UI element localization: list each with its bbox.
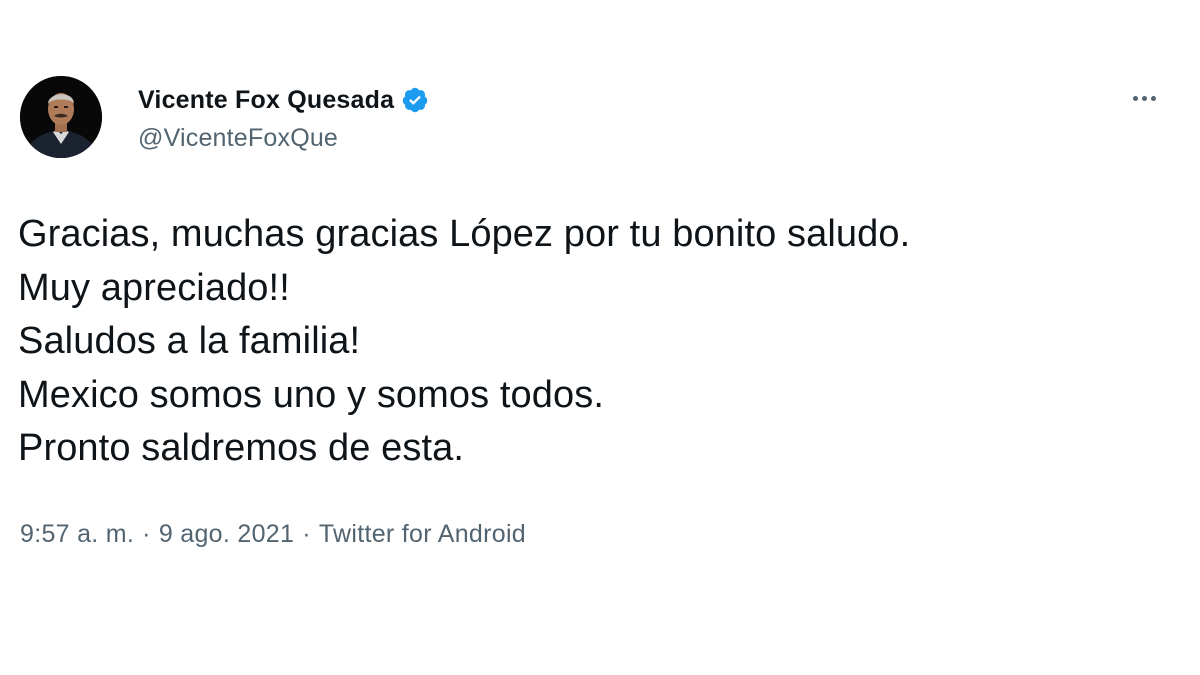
verified-badge-icon xyxy=(401,86,429,114)
tweet-card: Vicente Fox Quesada @VicenteFoxQue Graci… xyxy=(0,0,1200,675)
tweet-text: Gracias, muchas gracias López por tu bon… xyxy=(18,208,910,476)
tweet-line: Saludos a la familia! xyxy=(18,320,361,362)
more-dot xyxy=(1141,95,1147,101)
tweet-meta: 9:57 a. m. · 9 ago. 2021 · Twitter for A… xyxy=(20,520,526,549)
author-display-name[interactable]: Vicente Fox Quesada xyxy=(138,86,394,115)
tweet-line: Gracias, muchas gracias López por tu bon… xyxy=(18,213,911,255)
author-handle[interactable]: @VicenteFoxQue xyxy=(138,124,429,153)
name-row: Vicente Fox Quesada xyxy=(138,82,429,118)
meta-separator: · xyxy=(302,520,311,548)
tweet-line: Muy apreciado!! xyxy=(18,266,290,309)
tweet-date[interactable]: 9 ago. 2021 xyxy=(159,520,294,549)
tweet-line: Mexico somos uno y somos todos. xyxy=(18,373,605,416)
tweet-source[interactable]: Twitter for Android xyxy=(319,520,526,549)
more-options-icon[interactable] xyxy=(1126,86,1162,110)
profile-photo xyxy=(20,76,102,158)
meta-separator: · xyxy=(142,520,151,548)
avatar[interactable] xyxy=(20,76,102,158)
tweet-line: Pronto saldremos de esta. xyxy=(18,427,465,469)
tweet-time[interactable]: 9:57 a. m. xyxy=(20,520,134,549)
author-block[interactable]: Vicente Fox Quesada @VicenteFoxQue xyxy=(138,82,429,153)
more-dot xyxy=(1150,95,1156,101)
more-dot xyxy=(1132,95,1138,101)
